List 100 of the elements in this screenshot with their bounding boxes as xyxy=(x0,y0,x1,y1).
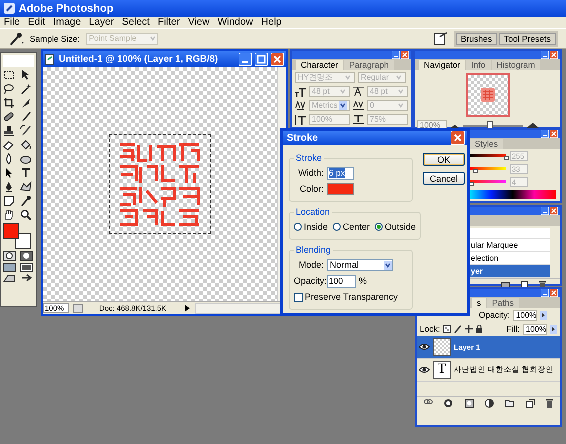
menu-item[interactable]: Help xyxy=(261,17,282,28)
slider-thumb[interactable] xyxy=(504,156,509,160)
minimize-icon[interactable] xyxy=(541,207,549,215)
close-icon[interactable] xyxy=(550,207,558,215)
navigator-preview[interactable] xyxy=(466,73,510,117)
flyout-arrow-icon[interactable] xyxy=(550,324,557,334)
lasso-icon[interactable] xyxy=(3,83,15,95)
cancel-button[interactable]: Cancel xyxy=(423,172,465,185)
radio-option[interactable]: Outside xyxy=(375,222,416,232)
trash-icon[interactable] xyxy=(546,399,554,408)
panel-tab[interactable]: Character xyxy=(296,60,344,70)
slider-thumb[interactable] xyxy=(487,120,493,128)
adjustment-layer-icon[interactable] xyxy=(484,399,494,408)
palette-tab[interactable]: Tool Presets xyxy=(499,32,556,44)
maximize-icon[interactable] xyxy=(255,52,268,66)
brush-icon[interactable] xyxy=(20,111,32,123)
status-icon[interactable] xyxy=(73,304,83,312)
pointer-icon[interactable] xyxy=(3,167,15,179)
width-field[interactable]: 6 px xyxy=(327,166,354,180)
wand-icon[interactable] xyxy=(20,83,32,95)
link-icon[interactable] xyxy=(424,399,433,405)
hand-icon[interactable] xyxy=(3,209,15,221)
layer-mask-icon[interactable] xyxy=(464,399,474,408)
close-icon[interactable] xyxy=(550,51,558,59)
folder-icon[interactable] xyxy=(505,399,514,407)
history-brush-icon[interactable] xyxy=(20,125,32,137)
close-icon[interactable] xyxy=(550,130,558,138)
marquee-icon[interactable] xyxy=(3,69,15,81)
mode-dropdown[interactable]: Normal xyxy=(327,259,393,271)
minimize-icon[interactable] xyxy=(541,51,549,59)
foreground-swatch[interactable] xyxy=(3,223,19,239)
color-ramp[interactable] xyxy=(470,190,556,199)
note-icon[interactable] xyxy=(3,195,15,207)
full-screen-icon[interactable] xyxy=(20,263,33,272)
palette-icon[interactable] xyxy=(434,32,448,46)
visibility-icon[interactable] xyxy=(419,343,430,351)
radio-option[interactable]: Inside xyxy=(294,222,328,232)
zoom-icon[interactable] xyxy=(20,209,32,221)
color-slider[interactable] xyxy=(470,180,506,183)
close-icon[interactable] xyxy=(550,289,558,297)
layer-style-icon[interactable] xyxy=(444,399,454,408)
eyedropper-icon[interactable] xyxy=(20,195,32,207)
screen-mode-icon[interactable] xyxy=(3,263,16,272)
standard-mode-icon[interactable] xyxy=(3,251,16,261)
ok-button[interactable]: OK xyxy=(423,153,465,166)
play-icon[interactable] xyxy=(183,304,191,312)
bandage-icon[interactable] xyxy=(3,111,15,123)
quick-mask-icon[interactable] xyxy=(20,251,33,261)
eyedropper-icon[interactable] xyxy=(8,32,24,46)
panel-tab[interactable]: Histogram xyxy=(492,60,540,70)
minimize-icon[interactable] xyxy=(392,51,400,59)
bucket-icon[interactable] xyxy=(20,139,32,151)
crop-icon[interactable] xyxy=(3,97,15,109)
panel-tab[interactable]: Paragraph xyxy=(344,60,394,70)
jump-to-icon[interactable] xyxy=(3,274,16,283)
panel-tab[interactable]: Styles xyxy=(470,139,504,149)
menu-item[interactable]: Filter xyxy=(158,17,180,28)
menu-item[interactable]: Edit xyxy=(28,17,46,28)
menu-item[interactable]: Image xyxy=(53,17,82,28)
slider-thumb[interactable] xyxy=(472,169,478,173)
minimize-icon[interactable] xyxy=(541,130,549,138)
background-swatch[interactable] xyxy=(15,233,31,249)
color-swatch[interactable] xyxy=(327,183,354,195)
menu-item[interactable]: File xyxy=(4,17,20,28)
color-slider[interactable] xyxy=(470,167,506,170)
panel-tab[interactable]: Info xyxy=(466,60,491,70)
panel-tab[interactable]: Navigator xyxy=(419,60,466,70)
opacity-field[interactable]: 100 xyxy=(327,274,356,288)
lock-transparency-icon[interactable] xyxy=(443,325,452,333)
new-layer-icon[interactable] xyxy=(526,399,535,408)
lock-icon[interactable] xyxy=(476,325,484,333)
flyout-arrow-icon[interactable] xyxy=(540,310,548,320)
panel-tab[interactable]: Paths xyxy=(487,298,519,308)
knife-icon[interactable] xyxy=(20,97,32,109)
fill-field[interactable]: 100% xyxy=(523,324,547,334)
arrow-icon[interactable] xyxy=(20,274,33,283)
close-icon[interactable] xyxy=(271,52,284,66)
pen-icon[interactable] xyxy=(3,181,15,193)
lock-paint-icon[interactable] xyxy=(454,325,462,333)
preserve-transparency-checkbox[interactable]: Preserve Transparency xyxy=(294,292,398,302)
minimize-icon[interactable] xyxy=(541,289,549,297)
palette-tab[interactable]: Brushes xyxy=(456,32,498,44)
minimize-icon[interactable] xyxy=(239,52,252,66)
menu-item[interactable]: Layer xyxy=(89,17,114,28)
close-icon[interactable] xyxy=(451,131,465,145)
menu-item[interactable]: Select xyxy=(122,17,150,28)
menu-item[interactable]: View xyxy=(188,17,210,28)
sponge-icon[interactable] xyxy=(20,153,32,165)
close-icon[interactable] xyxy=(401,51,409,59)
stamp-icon[interactable] xyxy=(3,125,15,137)
color-slider[interactable] xyxy=(470,154,506,157)
shape-icon[interactable] xyxy=(20,181,32,193)
opacity-field[interactable]: 100% xyxy=(513,310,538,320)
lock-position-icon[interactable] xyxy=(465,325,474,333)
menu-item[interactable]: Window xyxy=(218,17,254,28)
type-tool-icon[interactable] xyxy=(20,167,32,179)
radio-option[interactable]: Center xyxy=(333,222,370,232)
eraser-icon[interactable] xyxy=(3,139,15,151)
panel-tab[interactable]: s xyxy=(472,298,486,308)
visibility-icon[interactable] xyxy=(419,366,430,374)
